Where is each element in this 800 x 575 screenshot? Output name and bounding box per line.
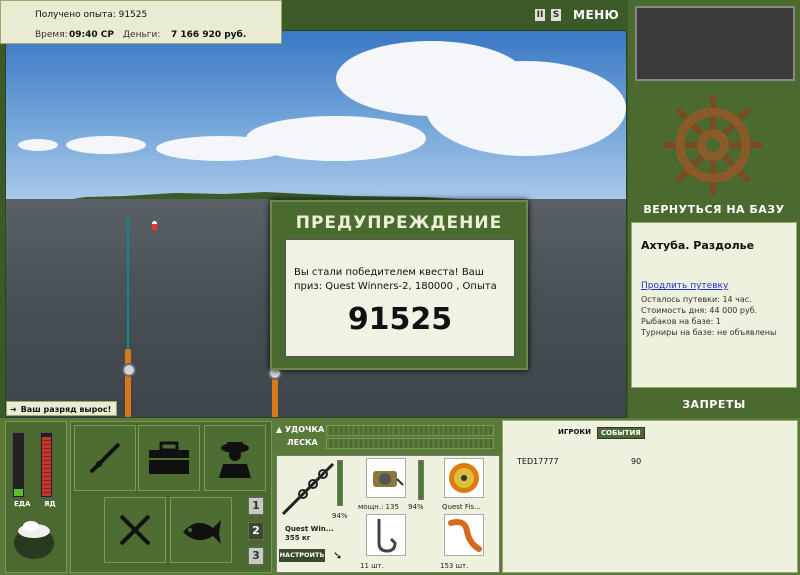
poison-meter — [40, 432, 53, 498]
money-value: 7 166 920 руб. — [171, 30, 247, 40]
rod-durability-bar — [326, 425, 494, 436]
time-label: Время: — [35, 30, 68, 40]
food-level — [14, 489, 23, 496]
line-bar-label: ЛЕСКА — [287, 438, 318, 447]
line-slot[interactable] — [444, 458, 484, 498]
rank-notice[interactable]: ➜ Ваш разряд вырос! — [6, 401, 118, 416]
arrow-down-right-icon[interactable]: ➘ — [333, 549, 342, 562]
dialog-title: ПРЕДУПРЕЖДЕНИЕ — [295, 213, 503, 233]
slot-button-3[interactable]: 3 — [248, 547, 264, 565]
tackle-box-button[interactable] — [138, 425, 200, 491]
cloud — [156, 136, 286, 161]
eat-button[interactable] — [104, 497, 166, 563]
food-meter — [12, 432, 25, 498]
fishers-count: Рыбаков на базе: 1 — [641, 317, 721, 326]
event-row-value: 90 — [631, 457, 642, 466]
tournaments: Турниры на базе: не объявлены — [641, 328, 777, 337]
menu-button[interactable]: МЕНЮ — [573, 8, 619, 22]
pot-icon[interactable] — [9, 513, 59, 563]
return-to-base-button[interactable]: ВЕРНУТЬСЯ НА БАЗУ — [628, 203, 800, 216]
hook-count: 11 шт. — [360, 562, 384, 570]
rod-handle[interactable] — [125, 349, 131, 417]
top-toolbar: II S МЕНЮ — [535, 8, 619, 22]
exp-gained: Получено опыта: 91525 — [35, 10, 148, 20]
tab-events[interactable]: СОБЫТИЯ — [597, 427, 645, 439]
cloud — [66, 136, 146, 154]
reel-slot[interactable] — [366, 458, 406, 498]
rod-icon — [89, 442, 121, 474]
bait-slot[interactable] — [444, 514, 484, 556]
rod-bar-text: УДОЧКА — [284, 425, 325, 434]
slot-button-2[interactable]: 2 — [248, 522, 264, 540]
ad-banner — [635, 6, 795, 81]
fisherman-button[interactable] — [204, 425, 266, 491]
day-cost: Стоимость дня: 44 000 руб. — [641, 306, 758, 315]
knife-fork-icon — [119, 514, 151, 546]
rod-button[interactable] — [74, 425, 136, 491]
fish-icon — [183, 520, 221, 544]
events-panel: ИГРОКИ СОБЫТИЯ TED17777 90 — [502, 420, 798, 573]
dialog-body[interactable]: Вы стали победителем квеста! Ваш приз: Q… — [285, 239, 515, 357]
tab-players[interactable]: ИГРОКИ — [555, 427, 594, 437]
reel-percent: 94% — [408, 503, 424, 511]
fish-cage-button[interactable] — [170, 497, 232, 563]
reel-condition-bar — [418, 460, 424, 500]
arrow-right-icon: ➜ — [10, 404, 17, 414]
pass-remaining: Осталось путевки: 14 час. — [641, 295, 752, 304]
dialog-message: Вы стали победителем квеста! Ваш приз: Q… — [294, 267, 497, 292]
hook-icon — [377, 519, 397, 553]
rod-name: Quest Win... — [285, 525, 334, 533]
rod-tip — [127, 217, 129, 357]
ship-wheel-icon[interactable] — [663, 95, 763, 195]
rank-text: Ваш разряд вырос! — [20, 404, 112, 414]
tackle-box-icon — [149, 441, 189, 474]
location-name: Ахтуба. Раздолье — [641, 239, 755, 252]
float-icon — [152, 221, 157, 231]
bait-count: 153 шт. — [440, 562, 469, 570]
rod-condition-bar — [337, 460, 343, 506]
pause-button[interactable]: II — [535, 9, 545, 21]
setup-button[interactable]: НАСТРОИТЬ — [279, 549, 325, 562]
reel-power: мощн.: 135 — [358, 503, 399, 511]
slot-button-1[interactable]: 1 — [248, 497, 264, 515]
rod-percent: 94% — [332, 512, 348, 520]
dialog-value: 91525 — [347, 302, 453, 337]
fisherman-icon — [219, 442, 251, 478]
food-label: ЕДА — [14, 500, 31, 508]
time-value: 09:40 СР — [69, 30, 114, 40]
cloud — [426, 61, 626, 156]
reel-icon — [373, 471, 404, 487]
money-label: Деньги: — [123, 30, 161, 40]
worm-icon — [448, 519, 482, 552]
bans-button[interactable]: ЗАПРЕТЫ — [628, 398, 800, 411]
poison-label: ЯД — [44, 500, 56, 508]
line-name: Quest Fis... — [442, 503, 481, 511]
event-row-name: TED17777 — [517, 457, 559, 466]
cloud — [18, 139, 58, 151]
extend-pass-link[interactable]: Продлить путевку — [641, 281, 728, 291]
reel-icon[interactable] — [122, 363, 136, 377]
rod-tackle-icon[interactable] — [279, 460, 337, 518]
hook-slot[interactable] — [366, 514, 406, 556]
line-spool-icon — [449, 463, 479, 493]
line-durability-bar — [326, 438, 494, 449]
right-panel: ВЕРНУТЬСЯ НА БАЗУ Ахтуба. Раздолье Продл… — [628, 0, 800, 418]
player-info: Получено опыта: 91525 Время: 09:40 СР Де… — [0, 0, 282, 44]
sound-button[interactable]: S — [551, 9, 561, 21]
location-panel: Ахтуба. Раздолье Продлить путевку Остало… — [631, 222, 797, 388]
poison-level — [42, 437, 51, 496]
warning-dialog: ПРЕДУПРЕЖДЕНИЕ Вы стали победителем квес… — [270, 200, 528, 370]
rod-weight: 355 кг — [285, 534, 311, 542]
rod-bar-label: ▲ УДОЧКА — [276, 425, 325, 434]
